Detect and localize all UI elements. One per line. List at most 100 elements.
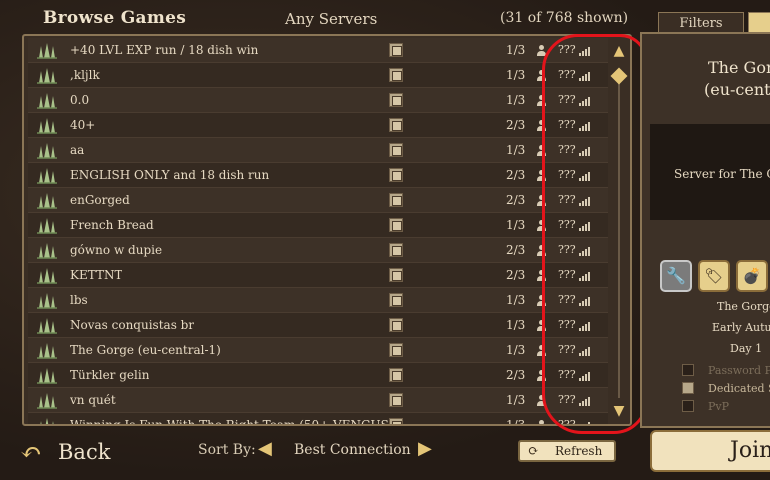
person-icon: [536, 120, 546, 131]
signal-icon: [579, 246, 591, 256]
scroll-down-arrow-icon[interactable]: ▼: [611, 404, 627, 418]
game-icon: [37, 343, 57, 359]
ping-value: ???: [558, 43, 576, 56]
server-row[interactable]: enGorged 2/3 ???: [28, 188, 608, 213]
server-name: lbs: [70, 293, 88, 307]
player-count: 1/3: [506, 343, 526, 357]
server-details: The Gorg (eu-centra Server for The Go 🔧 …: [640, 32, 770, 428]
sort-prev-arrow-icon[interactable]: ◀: [258, 438, 272, 459]
scroll-up-arrow-icon[interactable]: ▲: [611, 44, 627, 58]
player-count: 1/3: [506, 218, 526, 232]
player-count: 1/3: [506, 418, 525, 424]
ping-value: ???: [558, 268, 576, 281]
server-row[interactable]: Novas conquistas br 1/3 ???: [28, 313, 608, 338]
dedicated-server-icon: [389, 418, 403, 424]
sort-next-arrow-icon[interactable]: ▶: [418, 438, 432, 459]
signal-icon: [579, 346, 591, 356]
server-row[interactable]: ,kljlk 1/3 ???: [28, 63, 608, 88]
player-count: 1/3: [506, 293, 526, 307]
dedicated-server-icon: [389, 93, 403, 107]
server-details-panel: Filters The Gorg (eu-centra Server for T…: [640, 0, 770, 480]
ping-value: ???: [558, 218, 576, 231]
player-count: 1/3: [506, 43, 526, 57]
person-icon: [536, 345, 546, 356]
signal-icon: [579, 371, 591, 381]
signal-icon: [579, 121, 591, 131]
player-count: 2/3: [506, 118, 526, 132]
join-button[interactable]: Join: [650, 430, 770, 472]
bomb-icon[interactable]: 💣: [736, 260, 768, 292]
server-row[interactable]: +40 LVL EXP run / 18 dish win 1/3 ???: [28, 38, 608, 63]
dedicated-server-icon: [389, 143, 403, 157]
dedicated-server-icon: [389, 293, 403, 307]
mod-icons: 🔧 🏷 💣: [660, 260, 770, 294]
scrollbar-thumb[interactable]: [610, 67, 628, 85]
person-icon: [536, 320, 546, 331]
server-row[interactable]: 40+ 2/3 ???: [28, 113, 608, 138]
sort-value: Best Connection: [294, 442, 411, 458]
game-icon: [37, 143, 57, 159]
person-icon: [536, 145, 546, 156]
tab-filters[interactable]: Filters: [658, 12, 744, 34]
server-row[interactable]: The Gorge (eu-central-1) 1/3 ???: [28, 338, 608, 363]
server-row[interactable]: aa 1/3 ???: [28, 138, 608, 163]
signal-icon: [579, 46, 591, 56]
signal-icon: [579, 196, 591, 206]
ping-value: ???: [558, 143, 576, 156]
server-name: ,kljlk: [70, 68, 100, 82]
ping-value: ???: [558, 168, 576, 181]
dedicated-server-icon: [389, 243, 403, 257]
ping-value: ???: [558, 343, 576, 356]
server-row[interactable]: Türkler gelin 2/3 ???: [28, 363, 608, 388]
game-icon: [37, 193, 57, 209]
player-count: 2/3: [506, 193, 526, 207]
scrollbar[interactable]: ▲ ▼: [610, 42, 628, 422]
wrench-icon[interactable]: 🔧: [660, 260, 692, 292]
header: Browse Games Any Servers (31 of 768 show…: [0, 0, 640, 36]
password-label: Password Pro: [708, 364, 770, 377]
game-icon: [37, 43, 57, 59]
person-icon: [536, 395, 546, 406]
signal-icon: [579, 71, 591, 81]
page-title: Browse Games: [43, 8, 187, 28]
server-name: Türkler gelin: [70, 368, 150, 382]
back-button[interactable]: ↶ Back: [20, 436, 110, 472]
server-row[interactable]: gówno w dupie 2/3 ???: [28, 238, 608, 263]
refresh-icon: ⟳: [528, 444, 539, 459]
person-icon: [536, 95, 546, 106]
back-label: Back: [58, 440, 111, 464]
footer: ↶ Back Sort By: ◀ Best Connection ▶ ⟳ Re…: [0, 428, 770, 480]
server-row[interactable]: KETTNT 2/3 ???: [28, 263, 608, 288]
tag-icon[interactable]: 🏷: [698, 260, 730, 292]
game-icon: [37, 393, 57, 409]
refresh-label: Refresh: [555, 444, 603, 458]
server-name: enGorged: [70, 193, 130, 207]
player-count: 1/3: [506, 68, 526, 82]
server-row[interactable]: ENGLISH ONLY and 18 dish run 2/3 ???: [28, 163, 608, 188]
tab-details[interactable]: [748, 12, 770, 34]
server-name: The Gorge (eu-central-1): [70, 343, 221, 357]
server-row[interactable]: French Bread 1/3 ???: [28, 213, 608, 238]
server-row[interactable]: lbs 1/3 ???: [28, 288, 608, 313]
dedicated-server-icon: [389, 168, 403, 182]
back-arrow-icon: ↶: [20, 438, 42, 468]
player-count: 1/3: [506, 143, 526, 157]
dedicated-server-icon: [389, 68, 403, 82]
dedicated-server-icon: [389, 218, 403, 232]
server-row[interactable]: Winning Is Fun With The Right Team (50+ …: [28, 413, 608, 424]
server-type-filter[interactable]: Any Servers: [285, 10, 377, 28]
signal-icon: [579, 396, 591, 406]
pvp-label: PvP: [708, 400, 730, 413]
person-icon: [536, 70, 546, 81]
dedicated-server-icon: [389, 43, 403, 57]
server-row[interactable]: vn quét 1/3 ???: [28, 388, 608, 413]
server-row[interactable]: 0.0 1/3 ???: [28, 88, 608, 113]
signal-icon: [579, 296, 591, 306]
player-count: 1/3: [506, 93, 526, 107]
refresh-button[interactable]: ⟳ Refresh: [518, 440, 616, 462]
person-icon: [536, 195, 546, 206]
person-icon: [536, 45, 546, 56]
signal-icon: [579, 96, 591, 106]
game-icon: [37, 118, 57, 134]
game-icon: [37, 268, 57, 284]
